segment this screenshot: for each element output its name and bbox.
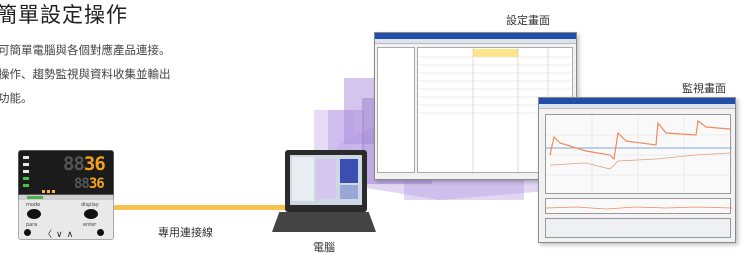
monitor-screen-label: 監視畫面	[682, 82, 726, 95]
trend-chart-lines	[546, 115, 732, 195]
laptop-screen	[285, 150, 367, 212]
trend-chart	[545, 114, 732, 195]
cable-label: 專用連接線	[158, 226, 213, 239]
mode-label: mode	[26, 202, 41, 208]
data-readout-strip	[545, 218, 731, 238]
para-label: para	[26, 222, 38, 228]
monitor-menubar	[539, 104, 735, 109]
settings-menubar	[375, 39, 576, 44]
para-button	[24, 229, 31, 236]
laptop-display	[290, 155, 362, 205]
display-button	[84, 209, 98, 219]
sv-indicator	[41, 179, 59, 212]
settings-tree-pane	[377, 47, 415, 173]
connection-cable	[114, 205, 286, 210]
temperature-controller: 8836 8836 mode display para enter 〈∨∧	[18, 150, 114, 240]
sub-trend-chart	[545, 198, 733, 214]
controller-display: 8836 8836	[18, 150, 114, 212]
status-leds	[23, 156, 31, 191]
laptop-display-content	[292, 157, 358, 201]
controller-keypad: mode display para enter 〈∨∧	[18, 200, 114, 240]
monitor-screenshot	[538, 97, 736, 243]
sv-display: 8836	[74, 176, 105, 192]
enter-button	[97, 229, 104, 236]
computer-label: 電腦	[313, 241, 335, 254]
display-label: display	[81, 202, 99, 208]
laptop-keyboard	[272, 212, 376, 232]
arrow-keys: 〈∨∧	[43, 230, 78, 240]
settings-screen-label: 設定畫面	[506, 14, 550, 27]
pv-display: 8836	[63, 153, 106, 175]
sub-trend-lines	[545, 206, 733, 210]
mode-button	[27, 209, 41, 219]
enter-label: enter	[83, 222, 97, 228]
